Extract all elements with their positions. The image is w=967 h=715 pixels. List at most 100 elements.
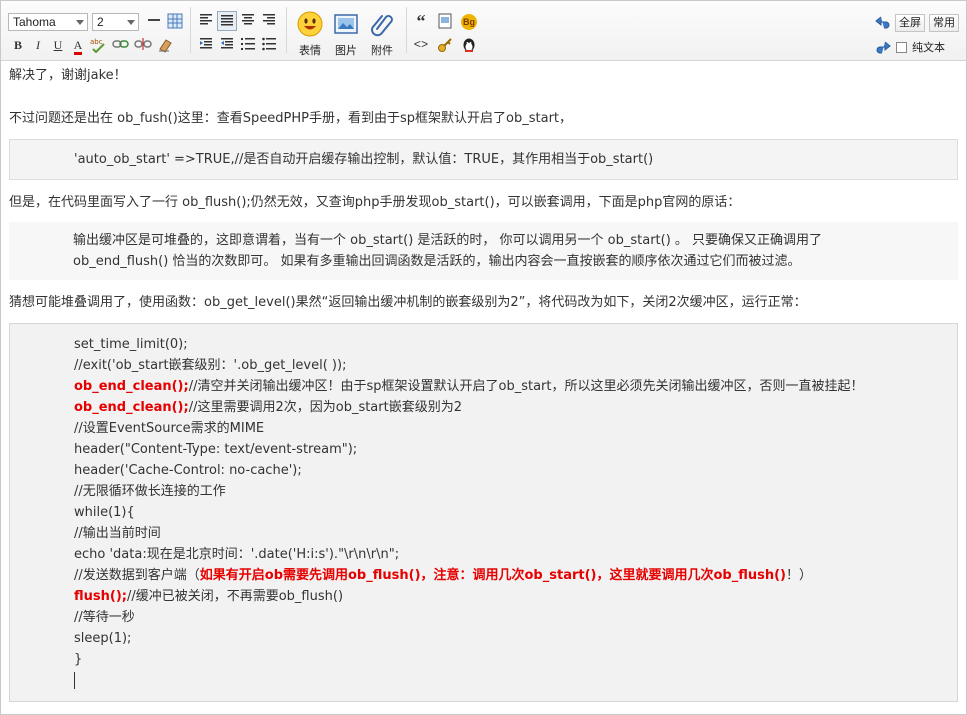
fullscreen-button[interactable]: 全屏 <box>895 14 925 32</box>
remove-link-button[interactable] <box>133 35 153 55</box>
code-line: //无限循环做长连接的工作 <box>74 484 226 499</box>
text-cursor <box>74 672 75 689</box>
spellcheck-icon: abc <box>90 38 105 53</box>
indent-icon <box>200 38 212 49</box>
background-color-button[interactable]: Bg <box>459 11 479 31</box>
blockquote: 输出缓冲区是可堆叠的，这即意谓着，当有一个 ob_start() 是活跃的时， … <box>9 222 958 280</box>
font-color-button[interactable]: A <box>68 35 88 55</box>
attachment-label: 附件 <box>371 44 393 57</box>
chevron-down-icon <box>127 20 135 25</box>
code-highlight: ob_end_clean(); <box>74 379 189 394</box>
horizontal-rule-icon <box>148 19 160 21</box>
common-button[interactable]: 常用 <box>929 14 959 32</box>
clear-format-button[interactable] <box>155 35 175 55</box>
paperclip-icon <box>371 15 393 37</box>
quote-icon: “ <box>416 11 426 31</box>
code-line: header('Cache-Control: no-cache'); <box>74 463 302 478</box>
blockquote-line: 输出缓冲区是可堆叠的，这即意谓着，当有一个 ob_start() 是活跃的时， … <box>73 233 823 248</box>
outdent-button[interactable] <box>217 35 237 55</box>
paragraph: 解决了，谢谢jake！ <box>9 68 127 83</box>
horizontal-rule-button[interactable] <box>144 11 164 31</box>
align-left-button[interactable] <box>196 11 216 31</box>
code-highlight: 如果有开启ob需要先调用ob_flush()，注意：调用几次ob_start()… <box>199 568 786 583</box>
spellcheck-button[interactable]: abc <box>89 35 109 55</box>
plaintext-label: 纯文本 <box>912 41 945 54</box>
rich-text-editor: Tahoma 2 B I U A abc 表情 图片 附件 “ Bg <> 全屏… <box>0 0 967 715</box>
font-size-value: 2 <box>97 15 104 29</box>
eraser-icon <box>159 39 172 53</box>
code-line: while(1){ <box>74 505 135 520</box>
align-justify-button[interactable] <box>217 11 237 31</box>
font-color-icon: A <box>73 38 83 55</box>
align-justify-icon <box>221 15 233 26</box>
italic-icon: I <box>36 38 40 52</box>
code-icon: <> <box>413 38 429 52</box>
code-line: //设置EventSource需求的MIME <box>74 421 265 436</box>
align-right-icon <box>263 14 275 25</box>
redo-button[interactable] <box>873 38 893 58</box>
plaintext-checkbox[interactable] <box>896 42 907 53</box>
toolbar-separator <box>190 7 191 53</box>
qq-button[interactable] <box>459 35 479 55</box>
code-comment: //缓冲已被关闭，不再需要ob_flush() <box>126 589 344 604</box>
attachment-button[interactable]: 附件 <box>362 10 402 57</box>
editor-toolbar: Tahoma 2 B I U A abc 表情 图片 附件 “ Bg <> 全屏… <box>1 1 966 61</box>
font-family-value: Tahoma <box>13 15 56 29</box>
align-center-button[interactable] <box>238 11 258 31</box>
code-line: } <box>74 652 83 667</box>
code-comment: //这里需要调用2次，因为ob_start嵌套级别为2 <box>188 400 462 415</box>
insert-link-button[interactable] <box>111 35 131 55</box>
emoji-button[interactable]: 表情 <box>290 10 330 57</box>
code-line: //等待一秒 <box>74 610 135 625</box>
svg-text:abc: abc <box>90 38 103 46</box>
redo-icon <box>876 41 891 54</box>
emoji-label: 表情 <box>299 44 321 57</box>
insert-table-button[interactable] <box>165 11 185 31</box>
align-right-button[interactable] <box>259 11 279 31</box>
code-button[interactable]: <> <box>411 35 431 55</box>
code-line: ob_end_clean();//这里需要调用2次，因为ob_start嵌套级别… <box>74 397 945 418</box>
unlink-icon <box>134 38 152 50</box>
image-button[interactable]: 图片 <box>326 10 366 57</box>
penguin-icon <box>463 38 475 52</box>
font-family-select[interactable]: Tahoma <box>8 13 88 31</box>
common-label: 常用 <box>933 16 955 29</box>
key-icon <box>438 38 452 52</box>
code-line: flush();//缓冲已被关闭，不再需要ob_flush() <box>74 586 945 607</box>
image-label: 图片 <box>335 44 357 57</box>
code-comment: //清空并关闭输出缓冲区！由于sp框架设置默认开启了ob_start，所以这里必… <box>188 379 864 394</box>
code-line: //发送数据到客户端（如果有开启ob需要先调用ob_flush()，注意：调用几… <box>74 565 945 586</box>
hide-content-button[interactable] <box>435 35 455 55</box>
indent-button[interactable] <box>196 35 216 55</box>
unordered-list-icon <box>262 37 276 51</box>
bold-button[interactable]: B <box>8 35 28 55</box>
undo-icon <box>875 16 890 29</box>
underline-icon: U <box>53 38 63 52</box>
image-icon <box>334 14 358 34</box>
editor-content[interactable]: 解决了，谢谢jake！ 不过问题还是出在 ob_fush()这里：查看Speed… <box>1 62 966 714</box>
undo-button[interactable] <box>873 13 893 33</box>
align-left-icon <box>200 14 212 25</box>
table-icon <box>167 13 183 29</box>
underline-button[interactable]: U <box>48 35 68 55</box>
code-block: set_time_limit(0); //exit('ob_start嵌套级别：… <box>9 323 958 702</box>
code-line: set_time_limit(0); <box>74 337 188 352</box>
code-comment: //发送数据到客户端（ <box>74 568 200 583</box>
background-color-icon: Bg <box>461 14 477 30</box>
link-icon <box>112 40 129 48</box>
code-line: echo 'data:现在是北京时间：'.date('H:i:s')."\r\n… <box>74 547 400 562</box>
blockquote-line: ob_end_flush() 恰当的次数即可。 如果有多重输出回调函数是活跃的，… <box>73 254 801 269</box>
font-size-select[interactable]: 2 <box>92 13 139 31</box>
ordered-list-button[interactable] <box>238 35 258 55</box>
paragraph: 猜想可能堆叠调用了，使用函数：ob_get_level()果然“返回输出缓冲机制… <box>9 295 807 310</box>
italic-button[interactable]: I <box>28 35 48 55</box>
code-line: ob_end_clean();//清空并关闭输出缓冲区！由于sp框架设置默认开启… <box>74 376 945 397</box>
code-line: header("Content-Type: text/event-stream"… <box>74 442 358 457</box>
quote-button[interactable]: “ <box>411 11 431 31</box>
flash-button[interactable] <box>435 11 455 31</box>
unordered-list-button[interactable] <box>259 35 279 55</box>
code-line: //输出当前时间 <box>74 526 161 541</box>
code-highlight: flush(); <box>74 589 127 604</box>
code-line: //exit('ob_start嵌套级别：'.ob_get_level( )); <box>74 358 347 373</box>
fullscreen-label: 全屏 <box>899 16 921 29</box>
